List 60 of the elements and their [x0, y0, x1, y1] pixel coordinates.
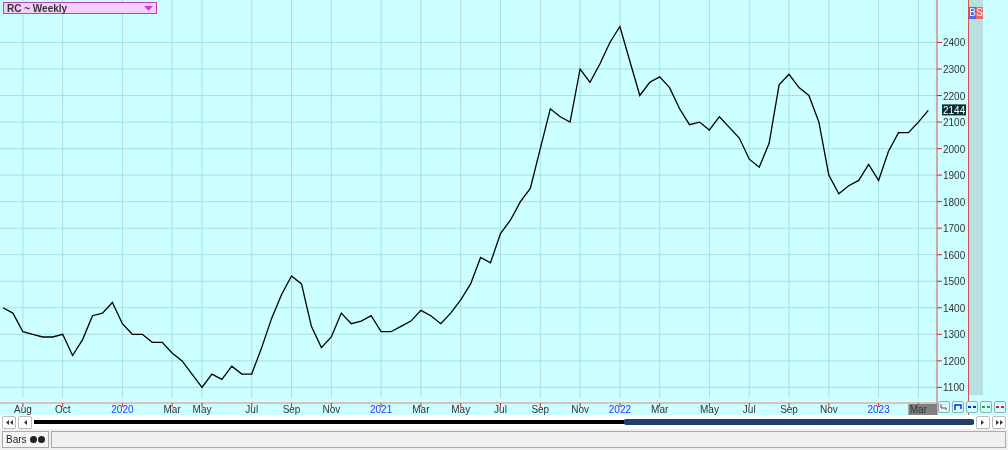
right-arrow-icon [981, 419, 985, 425]
time-axis-label: Nov [571, 404, 589, 415]
dots-icon [996, 405, 1004, 409]
last-price-tag: 2144 [942, 104, 966, 116]
time-axis-label: Mar [651, 404, 669, 415]
time-axis-label: Nov [819, 404, 838, 415]
time-axis-label: 2020 [111, 404, 134, 415]
price-axis-label: 2100 [943, 117, 966, 129]
time-axis-label: Jul [245, 404, 259, 415]
time-axis-label: Mar [908, 404, 937, 415]
time-axis-label: 2022 [608, 404, 632, 415]
time-axis-label: May [192, 404, 212, 415]
price-axis-label: 1900 [943, 170, 966, 182]
time-axis-label: Oct [54, 404, 71, 415]
double-left-arrow-icon [5, 419, 13, 425]
price-axis-label: 1300 [943, 329, 966, 341]
dots-icon [982, 405, 990, 409]
time-axis-label: Aug [14, 404, 32, 415]
time-axis-label: Jul [742, 404, 756, 415]
time-axis-label: May [700, 404, 719, 415]
price-axis-label: 2400 [943, 37, 966, 49]
time-axis-label: Mar [412, 404, 430, 415]
price-axis-label: 1200 [943, 355, 966, 367]
dropdown-caret-icon [144, 5, 153, 11]
chart-tab[interactable]: Bars [2, 431, 49, 448]
double-right-arrow-icon [995, 419, 1003, 425]
left-arrow-icon [23, 419, 27, 425]
scroll-left-button[interactable] [18, 415, 32, 429]
price-axis-label: 1700 [943, 223, 966, 235]
price-axis-label: 1800 [943, 196, 966, 208]
price-axis-label: 2000 [943, 143, 966, 155]
side-badge[interactable]: B [969, 7, 977, 19]
time-axis-label: Mar [163, 404, 181, 415]
time-axis-label: Sep [780, 404, 798, 415]
step-icon [954, 404, 962, 410]
price-axis-label: 2300 [943, 64, 966, 75]
x-tick-label: Mar [909, 404, 928, 415]
scroll-right-button[interactable] [976, 415, 990, 429]
price-axis-label: 1400 [943, 302, 966, 314]
scroll-thumb[interactable] [624, 419, 974, 425]
dots-button[interactable] [980, 401, 992, 413]
dots-icon [968, 405, 976, 409]
price-axis-label: 1600 [943, 249, 966, 261]
price-axis-label: 1500 [943, 276, 966, 288]
dots-button[interactable] [966, 401, 978, 413]
price-axis-label: 1100 [943, 382, 965, 394]
time-axis-label: May [451, 404, 471, 415]
time-axis-label: 2021 [370, 404, 393, 415]
time-axis-label: 2023 [867, 404, 890, 415]
time-axis-label: Jul [494, 404, 507, 415]
scroll-end-button[interactable] [992, 415, 1006, 429]
price-axis-label: 2200 [943, 90, 966, 102]
two-dots-icon [29, 436, 45, 443]
time-axis-label: Sep [282, 404, 301, 415]
symbol-dropdown[interactable]: RC ~ Weekly [3, 2, 157, 14]
time-axis-label: Sep [531, 404, 550, 415]
step-button[interactable] [952, 401, 964, 413]
dots-button[interactable] [994, 401, 1006, 413]
scroll-start-button[interactable] [2, 415, 16, 429]
time-axis-label: Nov [322, 404, 341, 415]
